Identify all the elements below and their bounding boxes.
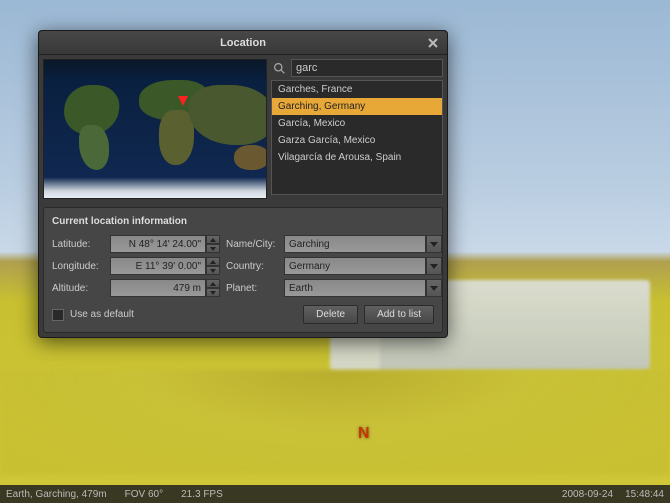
dialog-title: Location xyxy=(220,37,266,49)
search-input[interactable] xyxy=(291,59,443,77)
add-to-list-button[interactable]: Add to list xyxy=(364,305,434,324)
name-select[interactable] xyxy=(284,235,442,253)
altitude-spinner[interactable] xyxy=(110,279,220,297)
country-input[interactable] xyxy=(284,257,426,275)
background-field xyxy=(0,370,670,475)
longitude-label: Longitude: xyxy=(52,261,104,272)
latitude-down-button[interactable] xyxy=(206,244,220,253)
country-dropdown-button[interactable] xyxy=(426,257,442,275)
altitude-down-button[interactable] xyxy=(206,288,220,297)
delete-button[interactable]: Delete xyxy=(303,305,358,324)
latitude-spinner[interactable] xyxy=(110,235,220,253)
location-info-panel: Current location information Latitude: N… xyxy=(43,207,443,333)
dialog-header[interactable]: Location xyxy=(39,31,447,55)
compass-north-marker: N xyxy=(358,425,370,443)
planet-label: Planet: xyxy=(226,283,278,294)
country-label: Country: xyxy=(226,261,278,272)
altitude-up-button[interactable] xyxy=(206,279,220,288)
altitude-label: Altitude: xyxy=(52,283,104,294)
longitude-spinner[interactable] xyxy=(110,257,220,275)
planet-dropdown-button[interactable] xyxy=(426,279,442,297)
latitude-label: Latitude: xyxy=(52,239,104,250)
longitude-input[interactable] xyxy=(110,257,206,275)
name-dropdown-button[interactable] xyxy=(426,235,442,253)
status-location: Earth, Garching, 479m xyxy=(6,489,107,500)
longitude-down-button[interactable] xyxy=(206,266,220,275)
search-result-item[interactable]: Garching, Germany xyxy=(272,98,442,115)
close-button[interactable] xyxy=(425,35,441,51)
status-time: 15:48:44 xyxy=(625,489,664,500)
location-dialog: Location Garches, FranceGarching, German… xyxy=(38,30,448,338)
longitude-up-button[interactable] xyxy=(206,257,220,266)
use-default-label: Use as default xyxy=(70,309,134,320)
status-bar: Earth, Garching, 479m FOV 60° 21.3 FPS 2… xyxy=(0,485,670,503)
search-result-item[interactable]: García, Mexico xyxy=(272,115,442,132)
use-default-checkbox[interactable] xyxy=(52,309,64,321)
search-results-list: Garches, FranceGarching, GermanyGarcía, … xyxy=(271,80,443,195)
status-date: 2008-09-24 xyxy=(562,489,613,500)
search-icon xyxy=(271,60,287,76)
location-marker-icon xyxy=(178,96,188,106)
world-map[interactable] xyxy=(43,59,267,199)
search-result-item[interactable]: Vilagarcía de Arousa, Spain xyxy=(272,149,442,166)
close-icon xyxy=(428,38,438,48)
status-fps: 21.3 FPS xyxy=(181,489,223,500)
name-label: Name/City: xyxy=(226,239,278,250)
info-panel-title: Current location information xyxy=(52,216,434,227)
planet-select[interactable] xyxy=(284,279,442,297)
country-select[interactable] xyxy=(284,257,442,275)
name-input[interactable] xyxy=(284,235,426,253)
planet-input[interactable] xyxy=(284,279,426,297)
latitude-input[interactable] xyxy=(110,235,206,253)
latitude-up-button[interactable] xyxy=(206,235,220,244)
status-fov: FOV 60° xyxy=(125,489,163,500)
search-result-item[interactable]: Garches, France xyxy=(272,81,442,98)
search-result-item[interactable]: Garza García, Mexico xyxy=(272,132,442,149)
altitude-input[interactable] xyxy=(110,279,206,297)
